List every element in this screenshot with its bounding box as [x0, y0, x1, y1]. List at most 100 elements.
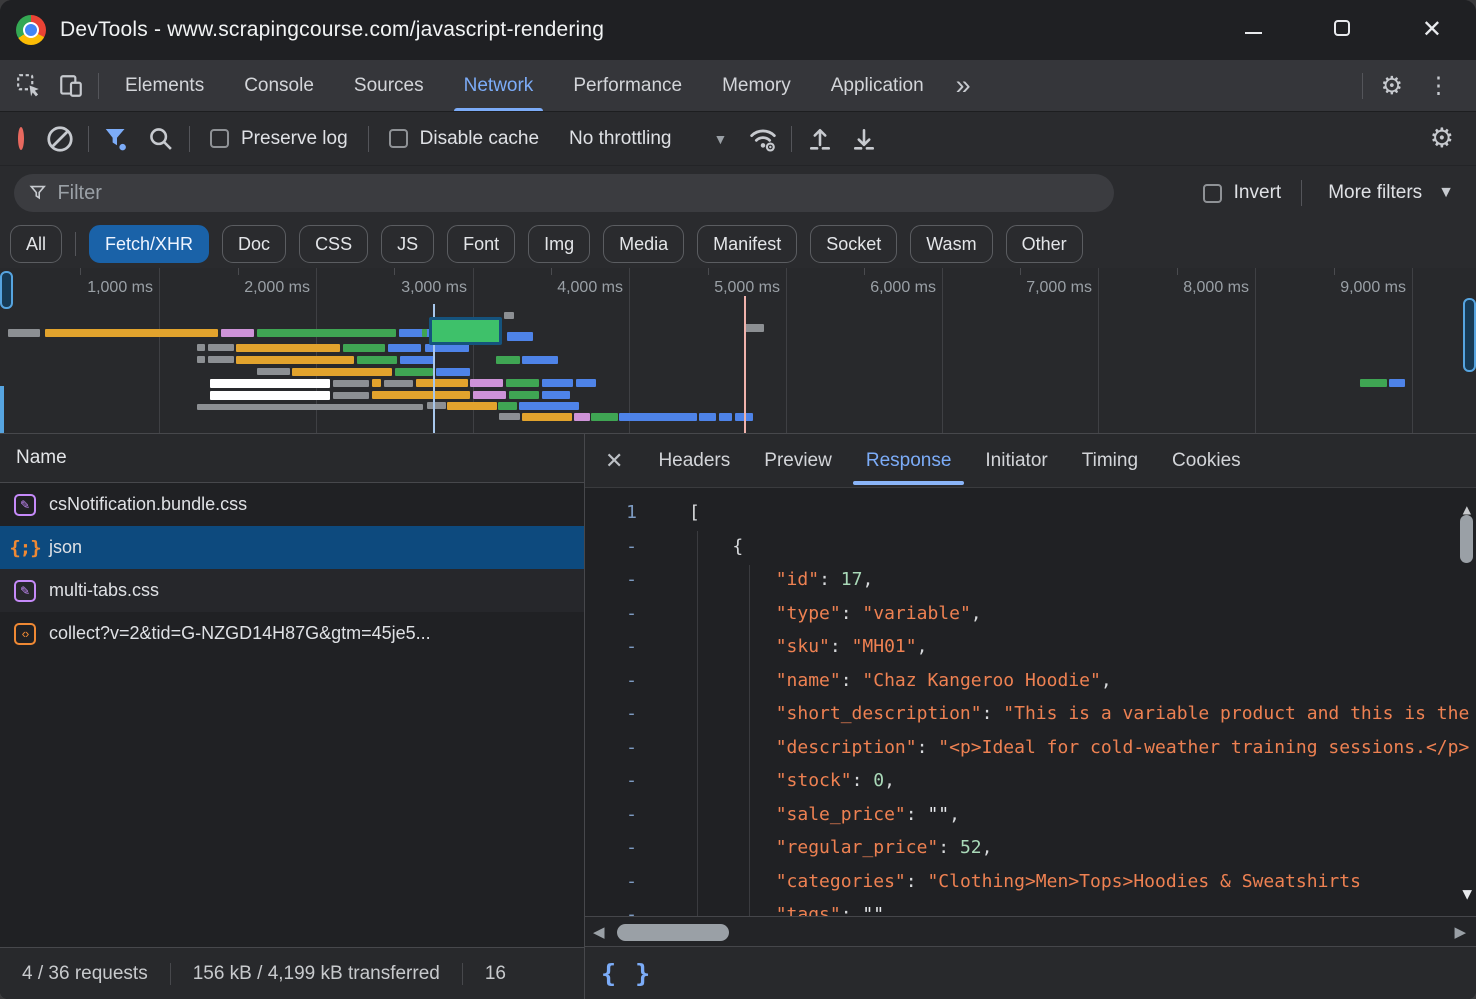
clear-network-log-button[interactable]	[38, 119, 82, 159]
chip-doc[interactable]: Doc	[222, 225, 286, 263]
more-filters-button[interactable]: More filters ▼	[1328, 182, 1454, 204]
format-json-button[interactable]: { }	[601, 959, 652, 988]
network-conditions-button[interactable]	[741, 119, 785, 159]
waterfall-bar	[236, 344, 340, 352]
divider	[98, 73, 99, 99]
devtools-window: DevTools - www.scrapingcourse.com/javasc…	[0, 0, 1476, 999]
network-toolbar: Preserve log Disable cache No throttling…	[0, 112, 1476, 166]
tab-performance[interactable]: Performance	[553, 60, 702, 111]
code-line: - "regular_price": 52,	[585, 831, 1476, 865]
scroll-right-arrow[interactable]: ▶	[1454, 923, 1466, 941]
waterfall-bar	[1360, 379, 1387, 387]
response-body-viewer[interactable]: 1[- {- "id": 17,- "type": "variable",- "…	[585, 488, 1476, 916]
maximize-button[interactable]	[1334, 20, 1350, 41]
line-number: -	[585, 764, 653, 798]
preserve-log-checkbox[interactable]: Preserve log	[210, 128, 348, 150]
code-token: 0	[873, 770, 884, 791]
chrome-logo-icon	[16, 15, 46, 45]
code-token	[689, 569, 776, 590]
chip-all[interactable]: All	[10, 225, 62, 263]
waterfall-bar	[208, 356, 234, 363]
json-file-icon: {;}	[14, 537, 36, 559]
settings-button[interactable]: ⚙	[1369, 71, 1415, 101]
overview-grip-right[interactable]	[1463, 298, 1476, 372]
waterfall-bar	[210, 379, 330, 388]
scroll-left-arrow[interactable]: ◀	[593, 923, 605, 941]
overview-grip-left-edge[interactable]	[0, 386, 4, 434]
timeline-minor-tick	[1020, 268, 1021, 275]
disable-cache-checkbox[interactable]: Disable cache	[389, 128, 539, 150]
more-tabs-button[interactable]: »	[944, 60, 983, 111]
chevron-down-icon: ▼	[713, 131, 727, 147]
export-har-button[interactable]	[842, 119, 886, 159]
minimize-button[interactable]	[1245, 21, 1262, 39]
record-network-log-button[interactable]	[0, 130, 24, 148]
waterfall-bar	[343, 344, 385, 352]
detail-tab-timing[interactable]: Timing	[1065, 434, 1155, 487]
network-overview-timeline[interactable]: 1,000 ms2,000 ms3,000 ms4,000 ms5,000 ms…	[0, 268, 1476, 434]
request-row[interactable]: {;}json	[0, 526, 584, 569]
overview-grip-left[interactable]	[0, 271, 13, 309]
timeline-minor-tick	[1177, 268, 1178, 275]
close-detail-button[interactable]: ✕	[585, 448, 641, 474]
waterfall-bar	[210, 391, 330, 400]
tab-elements[interactable]: Elements	[105, 60, 224, 111]
filter-input[interactable]	[57, 182, 1100, 205]
code-line: - "sale_price": "",	[585, 798, 1476, 832]
tab-sources[interactable]: Sources	[334, 60, 444, 111]
chip-fetchxhr[interactable]: Fetch/XHR	[89, 225, 209, 263]
request-row[interactable]: ✎multi-tabs.css	[0, 569, 584, 612]
horizontal-scrollbar-thumb[interactable]	[617, 924, 729, 941]
record-icon	[18, 127, 24, 150]
waterfall-bar	[422, 329, 427, 337]
chip-font[interactable]: Font	[447, 225, 515, 263]
chip-media[interactable]: Media	[603, 225, 684, 263]
horizontal-scrollbar[interactable]: ◀ ▶	[585, 916, 1476, 947]
detail-tab-cookies[interactable]: Cookies	[1155, 434, 1258, 487]
code-token: :	[841, 670, 863, 691]
code-token: ,	[884, 770, 895, 791]
request-row[interactable]: ‹›collect?v=2&tid=G-NZGD14H87G&gtm=45je5…	[0, 612, 584, 655]
tab-memory[interactable]: Memory	[702, 60, 811, 111]
waterfall-bar	[542, 379, 573, 387]
filter-toggle-button[interactable]	[95, 119, 139, 159]
search-button[interactable]	[139, 119, 183, 159]
device-toolbar-button[interactable]	[50, 60, 92, 111]
tab-console[interactable]: Console	[224, 60, 334, 111]
chip-other[interactable]: Other	[1006, 225, 1083, 263]
request-row[interactable]: ✎csNotification.bundle.css	[0, 483, 584, 526]
tab-application[interactable]: Application	[811, 60, 944, 111]
waterfall-bar	[372, 391, 470, 399]
code-text: "sale_price": "",	[653, 798, 960, 832]
chip-manifest[interactable]: Manifest	[697, 225, 797, 263]
divider	[189, 126, 190, 152]
network-settings-button[interactable]: ⚙	[1418, 123, 1466, 154]
waterfall-bar	[197, 356, 205, 363]
throttling-select[interactable]: No throttling ▼	[569, 128, 727, 150]
tab-network[interactable]: Network	[444, 60, 554, 111]
chip-js[interactable]: JS	[381, 225, 434, 263]
import-har-button[interactable]	[798, 119, 842, 159]
detail-tab-preview[interactable]: Preview	[747, 434, 849, 487]
vertical-scrollbar-thumb[interactable]	[1460, 515, 1473, 563]
waterfall-bar	[333, 392, 369, 399]
detail-tab-initiator[interactable]: Initiator	[968, 434, 1064, 487]
code-line: - "sku": "MH01",	[585, 630, 1476, 664]
chip-img[interactable]: Img	[528, 225, 590, 263]
column-header-name[interactable]: Name	[0, 434, 584, 483]
chip-wasm[interactable]: Wasm	[910, 225, 992, 263]
inspect-element-button[interactable]	[8, 60, 50, 111]
timeline-gridline	[159, 268, 160, 433]
kebab-menu-button[interactable]: ⋮	[1415, 72, 1462, 99]
detail-tab-headers[interactable]: Headers	[641, 434, 747, 487]
detail-tab-response[interactable]: Response	[849, 434, 969, 487]
chip-socket[interactable]: Socket	[810, 225, 897, 263]
scroll-down-arrow[interactable]: ▼	[1462, 877, 1472, 911]
code-token: ,	[1101, 670, 1112, 691]
chip-css[interactable]: CSS	[299, 225, 368, 263]
timeline-gridline	[1098, 268, 1099, 433]
code-token: "description"	[776, 737, 917, 758]
invert-checkbox[interactable]: Invert	[1203, 182, 1282, 204]
inspect-icon	[16, 73, 42, 99]
close-button[interactable]: ✕	[1422, 18, 1442, 42]
